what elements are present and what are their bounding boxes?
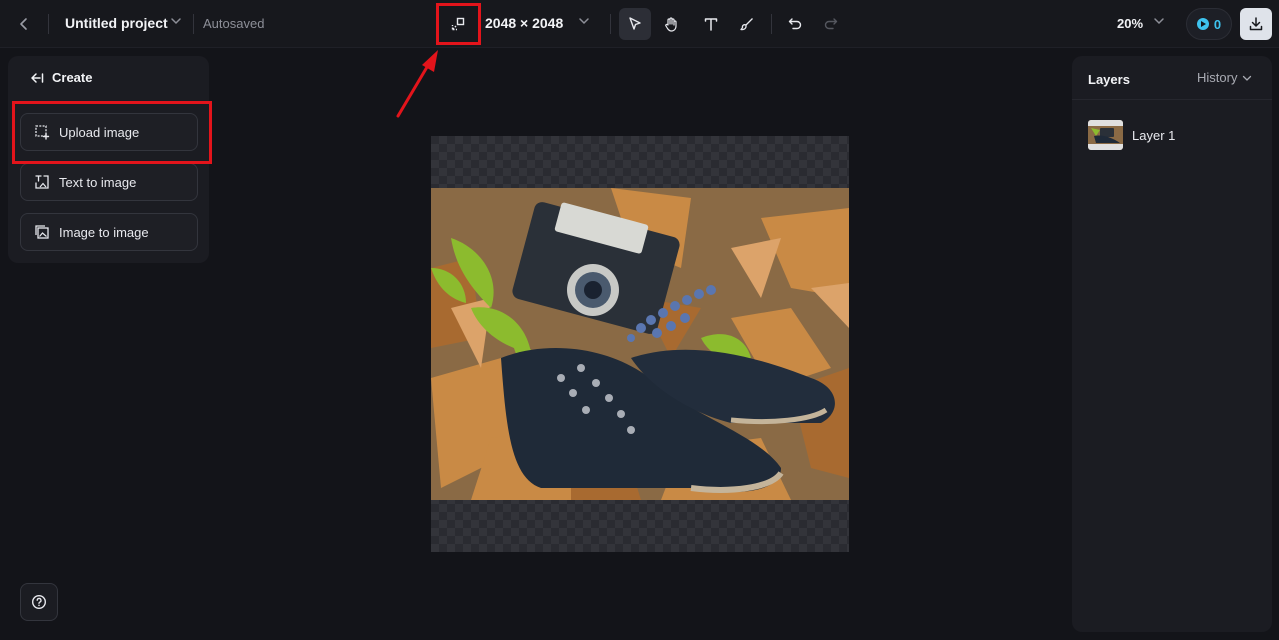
- help-button[interactable]: [20, 583, 58, 621]
- layer-name: Layer 1: [1132, 127, 1176, 143]
- layers-tab[interactable]: Layers: [1088, 72, 1130, 87]
- layer-thumbnail: [1088, 120, 1123, 150]
- top-bar: Untitled project Autosaved 2048 × 2048 2…: [0, 0, 1279, 48]
- brush-icon: [740, 18, 753, 31]
- divider: [771, 14, 772, 34]
- chevron-left-icon: [20, 18, 27, 30]
- redo-button[interactable]: [815, 8, 847, 40]
- zoom-chevron-icon[interactable]: [1153, 15, 1165, 27]
- image-to-image-label: Image to image: [59, 224, 149, 240]
- divider: [193, 14, 194, 34]
- redo-icon: [824, 18, 838, 30]
- text-to-image-label: Text to image: [59, 174, 137, 190]
- back-button[interactable]: [12, 12, 36, 36]
- divider: [1072, 99, 1272, 100]
- resize-highlight-box: [436, 3, 481, 45]
- select-tool-button[interactable]: [619, 8, 651, 40]
- undo-icon: [788, 18, 802, 30]
- text-to-image-button[interactable]: Text to image: [20, 163, 198, 201]
- upload-highlight-box: [12, 101, 212, 164]
- download-icon: [1249, 17, 1263, 31]
- history-tab[interactable]: History: [1197, 70, 1252, 85]
- text-icon: [704, 18, 718, 31]
- layers-panel: Layers History Layer 1: [1072, 56, 1272, 632]
- canvas-image[interactable]: [431, 188, 849, 500]
- project-menu-chevron-icon[interactable]: [170, 15, 182, 27]
- credits-badge[interactable]: 0: [1186, 8, 1232, 40]
- history-label: History: [1197, 70, 1238, 85]
- canvas[interactable]: [431, 136, 849, 552]
- credit-count: 0: [1213, 16, 1222, 32]
- hand-icon: [665, 17, 677, 32]
- create-header[interactable]: Create: [30, 70, 92, 85]
- chevron-down-icon: [1243, 75, 1252, 81]
- text-tool-button[interactable]: [695, 8, 727, 40]
- divider: [48, 14, 49, 34]
- layer-item[interactable]: Layer 1: [1088, 120, 1258, 150]
- download-button[interactable]: [1240, 8, 1272, 40]
- size-menu-chevron-icon[interactable]: [578, 15, 590, 27]
- annotation-arrow: [396, 50, 438, 118]
- project-name[interactable]: Untitled project: [65, 15, 168, 31]
- collapse-arrow-icon: [31, 72, 44, 83]
- text-to-image-icon: [35, 175, 49, 189]
- divider: [610, 14, 611, 34]
- canvas-size-label[interactable]: 2048 × 2048: [485, 15, 563, 31]
- image-to-image-button[interactable]: Image to image: [20, 213, 198, 251]
- image-to-image-icon: [35, 225, 49, 239]
- create-title: Create: [52, 70, 93, 85]
- save-status: Autosaved: [203, 16, 265, 31]
- hand-tool-button[interactable]: [655, 8, 687, 40]
- undo-button[interactable]: [779, 8, 811, 40]
- help-icon: [31, 594, 47, 610]
- credit-icon: [1196, 18, 1209, 30]
- cursor-icon: [629, 17, 641, 30]
- zoom-level[interactable]: 20%: [1117, 16, 1143, 31]
- brush-tool-button[interactable]: [731, 8, 763, 40]
